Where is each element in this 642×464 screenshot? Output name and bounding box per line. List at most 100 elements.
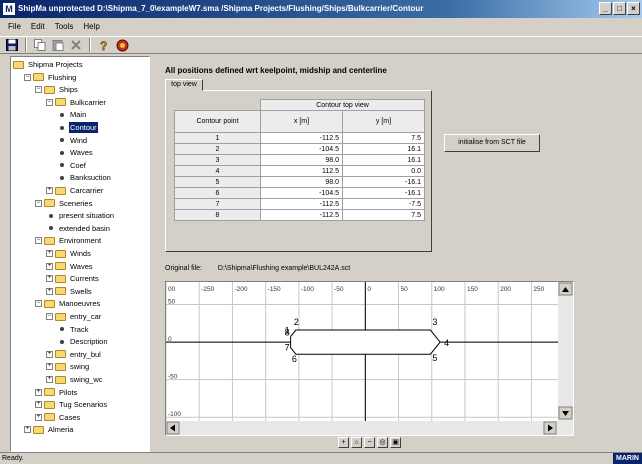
collapse-icon[interactable]: −: [35, 237, 42, 245]
expand-icon[interactable]: +: [35, 388, 42, 396]
cell-x[interactable]: -112.5: [260, 198, 343, 210]
expand-icon[interactable]: +: [24, 426, 31, 434]
menu-file[interactable]: File: [3, 22, 26, 31]
menu-help[interactable]: Help: [78, 22, 104, 31]
expand-icon[interactable]: +: [46, 250, 53, 257]
tree-node-pilots[interactable]: + Pilots: [35, 387, 78, 398]
expand-icon[interactable]: +: [46, 350, 53, 358]
home-icon[interactable]: ⌂: [351, 436, 362, 448]
tree-node-bulkcarrier[interactable]: − Bulkcarrier: [46, 97, 107, 108]
tree-node-coef[interactable]: Coef: [57, 160, 87, 171]
copy-icon[interactable]: [32, 38, 48, 53]
save-icon[interactable]: [4, 38, 20, 53]
expand-icon[interactable]: +: [46, 187, 53, 194]
tree-node-swells[interactable]: + Swells: [46, 286, 93, 297]
cell-x[interactable]: 98.0: [260, 154, 343, 166]
cell-y[interactable]: -7.5: [342, 198, 425, 210]
tree-node-description[interactable]: Description: [57, 336, 109, 347]
cell-x[interactable]: -112.5: [260, 132, 343, 144]
tree-node-waves[interactable]: + Waves: [46, 261, 94, 272]
cell-y[interactable]: 16.1: [342, 143, 425, 155]
tree-node-label: Manoeuvres: [59, 299, 101, 309]
initialise-from-sct-button[interactable]: initialise from SCT file: [444, 134, 540, 152]
cell-point[interactable]: 2: [174, 143, 261, 155]
collapse-icon[interactable]: −: [35, 199, 42, 207]
cell-x[interactable]: -104.5: [260, 187, 343, 199]
expand-icon[interactable]: +: [46, 376, 53, 383]
tree-node-waves[interactable]: Waves: [57, 147, 94, 158]
cell-point[interactable]: 8: [174, 209, 261, 221]
collapse-icon[interactable]: −: [24, 73, 31, 81]
cell-point[interactable]: 6: [174, 187, 261, 199]
minimize-button[interactable]: _: [599, 2, 612, 15]
table-row: 7 -112.5 -7.5: [174, 198, 425, 210]
tree-node-cases[interactable]: + Cases: [35, 412, 81, 423]
project-tree[interactable]: Shipma Projects − Flushing − Ships − Bulkcarri…: [10, 56, 150, 452]
tree-node-winds[interactable]: + Winds: [46, 248, 92, 259]
tree-node-present-situation[interactable]: present situation: [46, 210, 115, 221]
expand-icon[interactable]: +: [35, 401, 42, 409]
zoom-in-icon[interactable]: +: [338, 436, 349, 448]
tree-node-ships[interactable]: − Ships: [35, 84, 79, 95]
tree-node-main[interactable]: Main: [57, 109, 87, 120]
tree-node-carcarrier[interactable]: + Carcarrier: [46, 185, 104, 196]
cell-x[interactable]: 112.5: [260, 165, 343, 177]
zoom-out-icon[interactable]: −: [364, 436, 375, 448]
settings-icon[interactable]: [114, 38, 130, 53]
cell-point[interactable]: 5: [174, 176, 261, 188]
contour-plot[interactable]: 00 -250 -200 -150 -100 -50 0 50 100 150 200 250 50 0-…: [165, 281, 574, 436]
folder-icon: [55, 262, 66, 271]
menu-edit[interactable]: Edit: [26, 22, 50, 31]
tree-node-banksuction[interactable]: Banksuction: [57, 172, 112, 183]
cell-point[interactable]: 7: [174, 198, 261, 210]
cell-y[interactable]: 7.5: [342, 132, 425, 144]
tree-node-swing[interactable]: + swing: [46, 361, 90, 372]
maximize-button[interactable]: □: [613, 2, 626, 15]
cell-x[interactable]: -104.5: [260, 143, 343, 155]
tree-node-entry-bul[interactable]: + entry_bul: [46, 349, 102, 360]
tab-top-view[interactable]: top view: [165, 79, 203, 91]
cell-y[interactable]: -16.1: [342, 187, 425, 199]
tree-node-entry-car[interactable]: − entry_car: [46, 311, 102, 322]
tree-node-almeria[interactable]: + Almeria: [24, 424, 74, 435]
collapse-icon[interactable]: −: [35, 86, 42, 94]
cell-point[interactable]: 4: [174, 165, 261, 177]
tree-node-track[interactable]: Track: [57, 324, 89, 335]
tree-node-flushing[interactable]: − Flushing: [24, 72, 77, 83]
tree-node-sceneries[interactable]: − Sceneries: [35, 198, 93, 209]
expand-icon[interactable]: +: [46, 275, 53, 283]
cell-x[interactable]: -112.5: [260, 209, 343, 221]
cell-y[interactable]: 0.0: [342, 165, 425, 177]
tree-node-tug-scenarios[interactable]: + Tug Scenarios: [35, 399, 108, 410]
cell-point[interactable]: 1: [174, 132, 261, 144]
tree-node-swing-wc[interactable]: + swing_wc: [46, 374, 104, 385]
tree-node-currents[interactable]: + Currents: [46, 273, 100, 284]
tree-node-manoeuvres[interactable]: − Manoeuvres: [35, 298, 101, 309]
tree-node-shipma-projects[interactable]: Shipma Projects: [13, 59, 84, 70]
zoom-fit-icon[interactable]: ◎: [377, 436, 388, 448]
cell-y[interactable]: 16.1: [342, 154, 425, 166]
image-icon[interactable]: ▣: [390, 436, 401, 448]
expand-icon[interactable]: +: [46, 363, 53, 371]
tree-node-contour[interactable]: Contour: [57, 122, 98, 133]
folder-icon: [33, 425, 44, 434]
close-button[interactable]: ×: [627, 2, 640, 15]
collapse-icon[interactable]: −: [46, 313, 53, 320]
cell-y[interactable]: 7.5: [342, 209, 425, 221]
cell-y[interactable]: -16.1: [342, 176, 425, 188]
collapse-icon[interactable]: −: [35, 300, 42, 308]
tree-node-extended-basin[interactable]: extended basin: [46, 223, 111, 234]
delete-icon[interactable]: [68, 38, 84, 53]
expand-icon[interactable]: +: [46, 262, 53, 270]
splitter[interactable]: [152, 56, 156, 452]
cell-point[interactable]: 3: [174, 154, 261, 166]
paste-icon[interactable]: [50, 38, 66, 53]
collapse-icon[interactable]: −: [46, 98, 53, 106]
expand-icon[interactable]: +: [46, 287, 53, 295]
help-icon[interactable]: ?: [96, 38, 112, 53]
expand-icon[interactable]: +: [35, 413, 42, 421]
cell-x[interactable]: 98.0: [260, 176, 343, 188]
menu-tools[interactable]: Tools: [50, 22, 79, 31]
tree-node-environment[interactable]: − Environment: [35, 235, 102, 246]
tree-node-wind[interactable]: Wind: [57, 135, 88, 146]
